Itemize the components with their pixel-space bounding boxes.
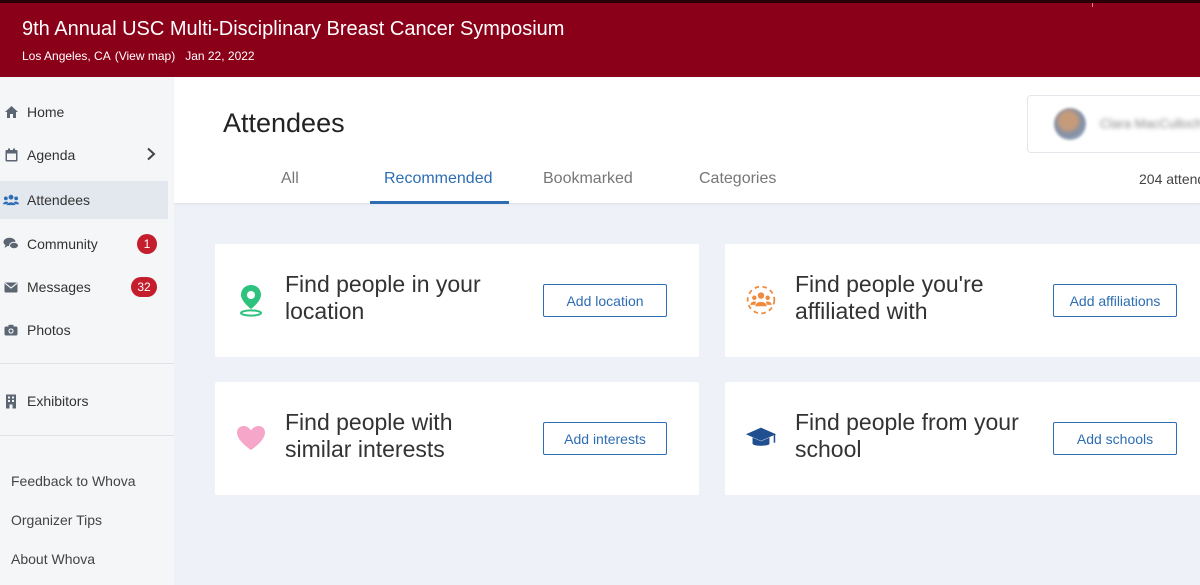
sidebar-item-label: Attendees — [27, 192, 91, 208]
messages-badge: 32 — [131, 277, 157, 297]
card-text: Find people you're affiliated with — [795, 271, 984, 324]
event-title: 9th Annual USC Multi-Disciplinary Breast… — [22, 18, 565, 40]
view-map-link[interactable]: (View map) — [115, 49, 175, 63]
people-icon — [3, 192, 19, 208]
feedback-link[interactable]: Feedback to Whova — [11, 473, 136, 489]
event-header: 9th Annual USC Multi-Disciplinary Breast… — [0, 0, 1200, 77]
chevron-right-icon[interactable] — [146, 147, 156, 164]
sidebar-item-label: Messages — [27, 279, 91, 295]
event-date: Jan 22, 2022 — [185, 49, 255, 63]
sidebar-item-label: Community — [27, 236, 98, 252]
group-icon — [745, 284, 777, 316]
attendees-header: Attendees Clara MacCulloch All Recommend… — [174, 77, 1200, 204]
event-location: Los Angeles, CA — [22, 49, 111, 63]
sidebar-item-label: Home — [27, 104, 65, 120]
sidebar-item-label: Exhibitors — [27, 393, 89, 409]
sidebar-divider — [0, 435, 174, 436]
heart-icon — [235, 422, 267, 454]
active-tab-indicator — [370, 201, 509, 204]
calendar-icon — [3, 147, 19, 163]
attendee-count: 204 attendees — [1139, 171, 1200, 187]
page-title: Attendees — [223, 108, 345, 138]
avatar — [1054, 108, 1086, 140]
sidebar-item-label: Agenda — [27, 147, 76, 163]
tab-recommended[interactable]: Recommended — [384, 170, 493, 188]
envelope-icon — [3, 279, 19, 295]
sidebar-divider — [0, 363, 174, 364]
card-location: Find people in your location Add locatio… — [215, 244, 699, 357]
location-pin-icon — [235, 284, 267, 317]
about-whova-link[interactable]: About Whova — [11, 551, 95, 567]
community-badge: 1 — [137, 234, 157, 254]
camera-icon — [3, 322, 19, 338]
tab-categories[interactable]: Categories — [699, 170, 776, 188]
add-interests-button[interactable]: Add interests — [543, 422, 667, 455]
graduation-cap-icon — [745, 422, 777, 454]
profile-card[interactable]: Clara MacCulloch — [1027, 95, 1200, 153]
add-schools-button[interactable]: Add schools — [1053, 422, 1177, 455]
tab-all[interactable]: All — [281, 170, 299, 188]
sidebar: Home Agenda Attendees Community 1 Messag… — [0, 77, 174, 585]
sidebar-item-attendees[interactable]: Attendees — [0, 181, 168, 219]
sidebar-item-home[interactable]: Home — [0, 93, 168, 131]
sidebar-item-label: Photos — [27, 322, 71, 338]
sidebar-item-exhibitors[interactable]: Exhibitors — [0, 382, 168, 420]
header-divider — [1092, 3, 1093, 7]
chat-icon — [3, 236, 19, 252]
sidebar-item-messages[interactable]: Messages 32 — [0, 268, 168, 306]
tab-bookmarked[interactable]: Bookmarked — [543, 170, 633, 188]
add-affiliations-button[interactable]: Add affiliations — [1053, 284, 1177, 317]
organizer-tips-link[interactable]: Organizer Tips — [11, 512, 102, 528]
home-icon — [3, 104, 19, 120]
card-text: Find people from your school — [795, 409, 1019, 462]
building-icon — [3, 393, 19, 409]
sidebar-item-photos[interactable]: Photos — [0, 311, 168, 349]
profile-name: Clara MacCulloch — [1100, 116, 1200, 131]
event-subtitle: Los Angeles, CA (View map) Jan 22, 2022 — [22, 49, 261, 63]
card-school: Find people from your school Add schools — [725, 382, 1200, 495]
sidebar-item-agenda[interactable]: Agenda — [0, 136, 168, 174]
card-interests: Find people with similar interests Add i… — [215, 382, 699, 495]
card-text: Find people in your location — [285, 271, 481, 324]
card-text: Find people with similar interests — [285, 409, 453, 462]
add-location-button[interactable]: Add location — [543, 284, 667, 317]
sidebar-item-community[interactable]: Community 1 — [0, 225, 168, 263]
card-affiliations: Find people you're affiliated with Add a… — [725, 244, 1200, 357]
